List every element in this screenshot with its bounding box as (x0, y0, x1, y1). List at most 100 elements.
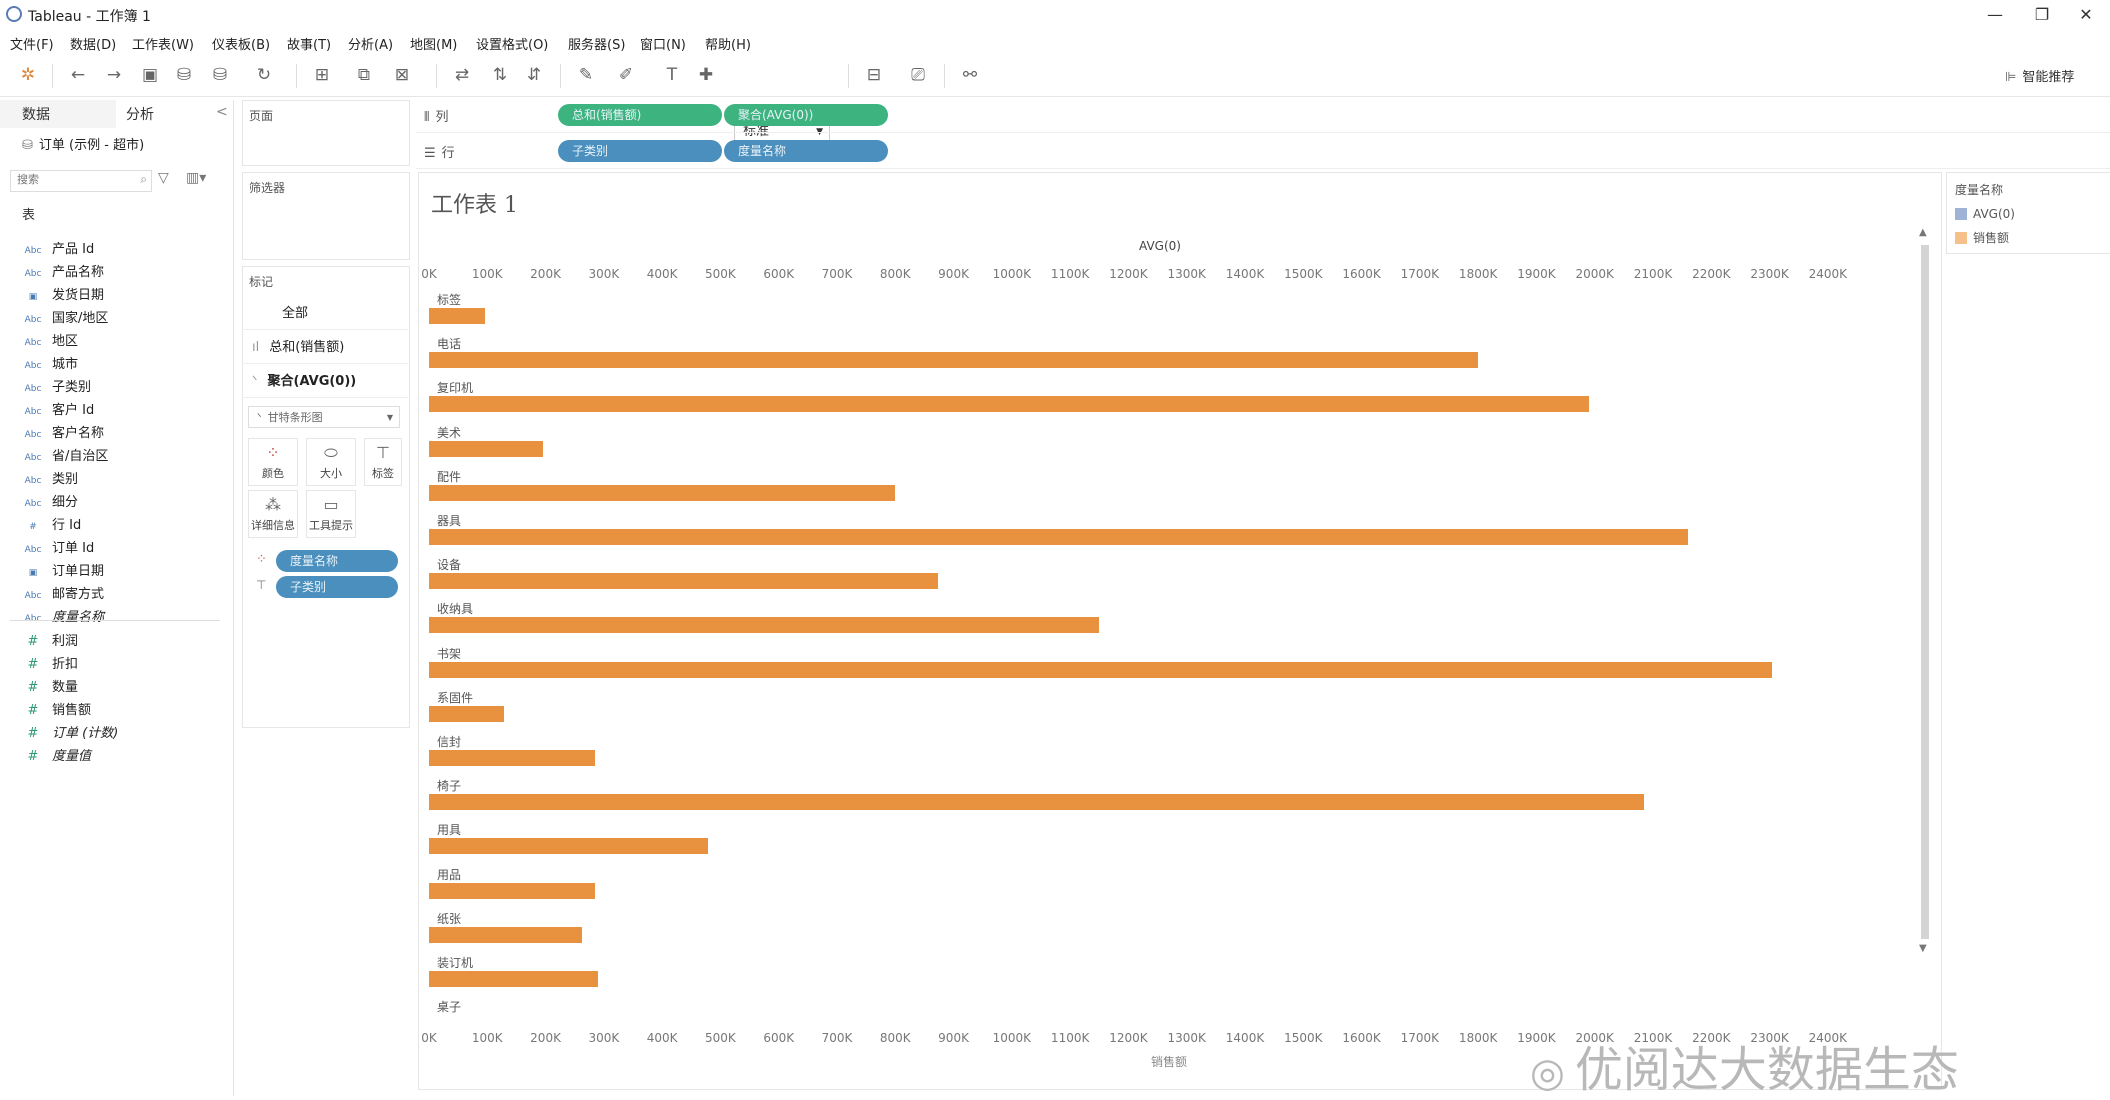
pill-col-avg[interactable]: 聚合(AVG(0)) (724, 104, 888, 126)
save-icon[interactable]: ▣ (138, 64, 162, 86)
bar-mark[interactable] (429, 440, 543, 457)
field-dimension[interactable]: Abc 国家/地区 (22, 307, 109, 327)
swap-icon[interactable]: ⇄ (450, 64, 474, 86)
color-legend[interactable]: 度量名称 AVG(0) 销售额 (1946, 172, 2110, 254)
bar-mark[interactable] (429, 352, 1479, 369)
tab-analysis[interactable]: 分析 (126, 104, 154, 124)
bar-mark[interactable] (429, 484, 896, 501)
sort-ascending-icon[interactable]: ⇅ (488, 64, 512, 86)
field-dimension[interactable]: Abc 子类别 (22, 376, 91, 396)
field-measure[interactable]: # 订单 (计数) (22, 722, 119, 742)
field-measure[interactable]: # 利润 (22, 630, 78, 650)
menu-file[interactable]: 文件(F) (10, 34, 54, 53)
bar-mark[interactable] (429, 926, 582, 943)
field-dimension[interactable]: Abc 客户名称 (22, 422, 104, 442)
bar-mark[interactable] (429, 529, 1688, 545)
highlight-icon[interactable]: ✎ (574, 64, 598, 86)
show-me-button[interactable]: ⊫ 智能推荐 (2005, 66, 2074, 85)
size-button[interactable]: ⬭ 大小 (306, 438, 356, 486)
detail-button[interactable]: ⁂ 详细信息 (248, 490, 298, 538)
rows-shelf[interactable]: ☰ 行 子类别 度量名称 (416, 136, 2110, 169)
bar-mark[interactable] (429, 971, 599, 987)
redo-icon[interactable]: → (102, 64, 126, 86)
field-measure[interactable]: # 度量值 (22, 745, 91, 765)
bar-mark[interactable] (429, 573, 938, 590)
field-dimension[interactable]: ▣ 订单日期 (22, 560, 104, 580)
vertical-scrollbar[interactable]: ▲ ▼ (1919, 227, 1931, 954)
marks-tab-avg[interactable]: ᐠ 聚合(AVG(0)) (242, 366, 408, 398)
bar-mark[interactable] (429, 705, 504, 722)
datasource-item[interactable]: ⛁ 订单 (示例 - 超市) (22, 134, 144, 153)
menu-story[interactable]: 故事(T) (287, 34, 331, 53)
bar-mark[interactable] (429, 396, 1589, 413)
group-icon[interactable]: ✐ (614, 64, 638, 86)
field-measure[interactable]: # 数量 (22, 676, 78, 696)
field-measure[interactable]: # 销售额 (22, 699, 91, 719)
pill-color-measure-names[interactable]: 度量名称 (276, 550, 398, 572)
scroll-thumb[interactable] (1921, 245, 1929, 939)
bar-mark[interactable] (429, 617, 1100, 634)
field-dimension[interactable]: Abc 省/自治区 (22, 445, 109, 465)
field-dimension[interactable]: Abc 产品 Id (22, 238, 95, 258)
refresh-icon[interactable]: ↻ (252, 64, 276, 86)
menu-data[interactable]: 数据(D) (70, 34, 116, 53)
field-dimension[interactable]: Abc 产品名称 (22, 261, 104, 281)
search-field[interactable]: ⌕ (10, 170, 152, 192)
field-dimension[interactable]: Abc 订单 Id (22, 537, 95, 557)
plot-area[interactable]: 0K 0K 100K 100K 200K 200K 300K 300K 400K 400K 500K… (419, 173, 1919, 1073)
field-measure[interactable]: # 折扣 (22, 653, 78, 673)
legend-item-avg[interactable]: AVG(0) (1955, 207, 2015, 221)
bar-mark[interactable] (429, 794, 1645, 811)
filter-icon[interactable]: ▽ (158, 170, 169, 186)
bar-mark[interactable] (429, 882, 596, 899)
pin-icon[interactable]: ✚ (694, 64, 718, 86)
tooltip-button[interactable]: ▭ 工具提示 (306, 490, 356, 538)
menu-dashboard[interactable]: 仪表板(B) (212, 34, 270, 53)
clear-sheet-icon[interactable]: ⊠ (390, 64, 414, 86)
pause-updates-icon[interactable]: ⛁ (208, 64, 232, 86)
pages-card[interactable]: 页面 (242, 100, 410, 166)
view-options-icon[interactable]: ▥▾ (186, 170, 206, 186)
columns-shelf[interactable]: ⫴ 列 总和(销售额) 聚合(AVG(0)) (416, 100, 2110, 133)
sort-descending-icon[interactable]: ⇵ (522, 64, 546, 86)
menu-format[interactable]: 设置格式(O) (476, 34, 548, 53)
restore-button[interactable]: ❐ (2022, 2, 2062, 28)
menu-help[interactable]: 帮助(H) (705, 34, 751, 53)
bar-mark[interactable] (429, 661, 1773, 678)
field-dimension[interactable]: # 行 Id (22, 514, 81, 534)
label-button[interactable]: ⊤ 标签 (364, 438, 402, 486)
bar-mark[interactable] (429, 308, 485, 324)
scroll-up-icon[interactable]: ▲ (1919, 227, 1927, 238)
new-datasource-icon[interactable]: ⛁ (172, 64, 196, 86)
menu-server[interactable]: 服务器(S) (568, 34, 625, 53)
close-button[interactable]: ✕ (2066, 2, 2106, 28)
fit-width-icon[interactable]: ⊟ (862, 64, 886, 86)
new-worksheet-icon[interactable]: ⊞ (310, 64, 334, 86)
collapse-pane-button[interactable]: < (216, 104, 228, 120)
field-dimension[interactable]: Abc 细分 (22, 491, 78, 511)
mark-type-select[interactable]: ᐠ 甘特条形图 ▼ (248, 406, 400, 428)
pill-row-measure-names[interactable]: 度量名称 (724, 140, 888, 162)
field-dimension[interactable]: Abc 地区 (22, 330, 78, 350)
duplicate-sheet-icon[interactable]: ⧉ (352, 64, 376, 86)
field-dimension[interactable]: Abc 度量名称 (22, 606, 104, 626)
show-labels-icon[interactable]: T (660, 64, 684, 86)
field-dimension[interactable]: ▣ 发货日期 (22, 284, 104, 304)
field-dimension[interactable]: Abc 邮寄方式 (22, 583, 104, 603)
tableau-home-icon[interactable]: ✲ (16, 64, 40, 86)
pill-row-subcategory[interactable]: 子类别 (558, 140, 722, 162)
presentation-icon[interactable]: ⎚ (906, 64, 930, 86)
menu-window[interactable]: 窗口(N) (640, 34, 686, 53)
search-input[interactable] (15, 172, 129, 187)
pill-col-sum-sales[interactable]: 总和(销售额) (558, 104, 722, 126)
share-icon[interactable]: ⚯ (958, 64, 982, 86)
menu-worksheet[interactable]: 工作表(W) (132, 34, 194, 53)
marks-tab-all[interactable]: 全部 (242, 298, 408, 330)
field-dimension[interactable]: Abc 城市 (22, 353, 78, 373)
menu-map[interactable]: 地图(M) (410, 34, 457, 53)
color-button[interactable]: ⁘ 颜色 (248, 438, 298, 486)
pill-label-subcategory[interactable]: 子类别 (276, 576, 398, 598)
bar-mark[interactable] (429, 750, 596, 766)
field-dimension[interactable]: Abc 类别 (22, 468, 78, 488)
bar-mark[interactable] (429, 838, 708, 855)
